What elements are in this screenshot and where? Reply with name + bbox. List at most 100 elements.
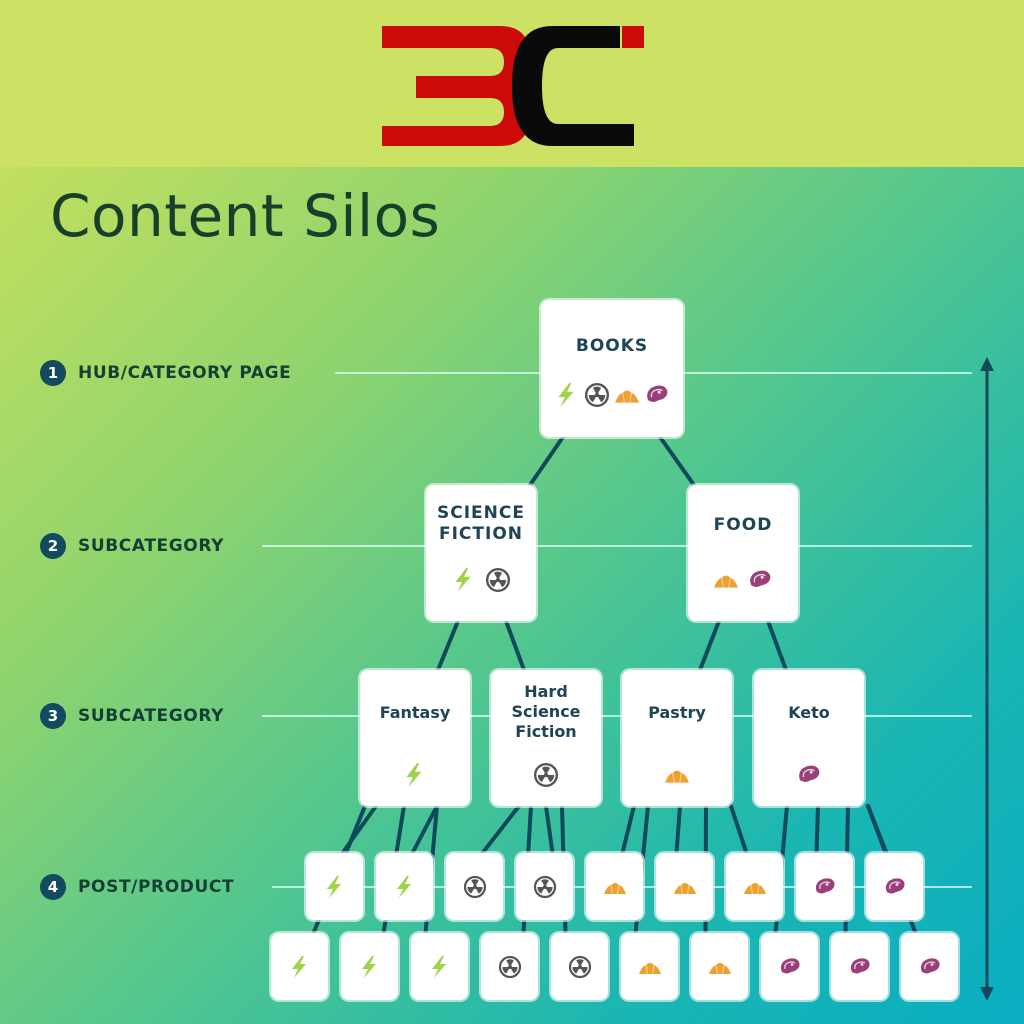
- node-label: FOOD: [713, 515, 773, 535]
- node-icons: [554, 382, 670, 408]
- node-icons: [883, 875, 907, 899]
- post-node[interactable]: [306, 853, 363, 920]
- node-icons: [463, 875, 487, 899]
- page-title: Content Silos: [50, 182, 441, 250]
- level-1-label: 1 HUB/CATEGORY PAGE: [40, 360, 291, 386]
- node-icons: [402, 762, 428, 788]
- node-icons: [358, 955, 382, 979]
- croissant-icon: [665, 770, 689, 783]
- node-science-fiction[interactable]: SCIENCE FICTION: [426, 485, 536, 621]
- level-number-badge: 1: [40, 360, 66, 386]
- radiation-icon: [584, 382, 610, 408]
- node-icons: [743, 875, 767, 899]
- level-title: POST/PRODUCT: [78, 877, 235, 897]
- node-icons: [533, 762, 559, 788]
- node-label: Pastry: [648, 703, 706, 722]
- post-node[interactable]: [551, 933, 608, 1000]
- node-label: Fantasy: [379, 703, 451, 722]
- steak-icon: [815, 877, 835, 893]
- radiation-icon: [498, 955, 521, 978]
- lightning-icon: [396, 875, 411, 898]
- node-icons: [428, 955, 452, 979]
- node-food[interactable]: FOOD: [688, 485, 798, 621]
- node-pastry[interactable]: Pastry: [622, 670, 732, 806]
- lightning-icon: [558, 383, 574, 407]
- post-node[interactable]: [831, 933, 888, 1000]
- steak-icon: [885, 877, 905, 893]
- node-icons: [498, 955, 522, 979]
- node-icons: [603, 875, 627, 899]
- logo-accent: [622, 26, 644, 48]
- node-icons: [848, 955, 872, 979]
- post-node[interactable]: [446, 853, 503, 920]
- node-icons: [451, 567, 511, 593]
- node-icons: [323, 875, 347, 899]
- lightning-icon: [326, 875, 341, 898]
- post-node[interactable]: [901, 933, 958, 1000]
- node-icons: [918, 955, 942, 979]
- lightning-icon: [361, 955, 376, 978]
- level-title: HUB/CATEGORY PAGE: [78, 363, 292, 383]
- node-label: BOOKS: [575, 336, 649, 356]
- post-node[interactable]: [761, 933, 818, 1000]
- croissant-icon: [673, 882, 696, 894]
- level-4-label: 4 POST/PRODUCT: [40, 874, 234, 900]
- node-icons: [673, 875, 697, 899]
- post-node[interactable]: [621, 933, 678, 1000]
- post-node[interactable]: [271, 933, 328, 1000]
- post-node[interactable]: [726, 853, 783, 920]
- level-3-label: 3 SUBCATEGORY: [40, 703, 224, 729]
- radiation-icon: [533, 762, 559, 788]
- node-icons: [713, 567, 773, 593]
- post-node[interactable]: [656, 853, 713, 920]
- croissant-icon: [708, 962, 731, 974]
- node-hard-science-fiction[interactable]: Hard Science Fiction: [491, 670, 601, 806]
- post-node[interactable]: [376, 853, 433, 920]
- depth-arrow: [980, 357, 994, 1001]
- radiation-icon: [463, 875, 486, 898]
- lightning-icon: [291, 955, 306, 978]
- node-label: SCIENCE FICTION: [437, 503, 525, 545]
- node-label: Keto: [788, 703, 830, 722]
- steak-icon: [750, 570, 771, 588]
- post-node[interactable]: [691, 933, 748, 1000]
- radiation-icon: [485, 567, 511, 593]
- post-node[interactable]: [411, 933, 468, 1000]
- croissant-icon: [743, 882, 766, 894]
- depth-arrow-down-head: [980, 987, 994, 1001]
- node-icons: [778, 955, 802, 979]
- post-node[interactable]: [341, 933, 398, 1000]
- depth-arrow-up-head: [980, 357, 994, 371]
- croissant-icon: [603, 882, 626, 894]
- croissant-icon: [615, 390, 639, 403]
- node-icons: [796, 762, 822, 788]
- level-number-badge: 2: [40, 533, 66, 559]
- node-books[interactable]: BOOKS: [541, 300, 683, 437]
- logo-3c: [382, 26, 644, 146]
- level-2-label: 2 SUBCATEGORY: [40, 533, 224, 559]
- logo-c: [512, 26, 634, 146]
- node-icons: [288, 955, 312, 979]
- post-node[interactable]: [481, 933, 538, 1000]
- post-node[interactable]: [796, 853, 853, 920]
- node-icons: [393, 875, 417, 899]
- steak-icon: [799, 765, 820, 783]
- lightning-icon: [406, 763, 422, 787]
- node-keto[interactable]: Keto: [754, 670, 864, 806]
- node-fantasy[interactable]: Fantasy: [360, 670, 470, 806]
- level-title: SUBCATEGORY: [78, 536, 225, 556]
- radiation-icon: [533, 875, 556, 898]
- node-icons: [638, 955, 662, 979]
- node-icons: [708, 955, 732, 979]
- lightning-icon: [431, 955, 446, 978]
- level-title: SUBCATEGORY: [78, 706, 225, 726]
- post-node[interactable]: [866, 853, 923, 920]
- level-2-guide-line: [262, 545, 972, 547]
- post-node[interactable]: [586, 853, 643, 920]
- steak-icon: [850, 957, 870, 973]
- logo-three: [382, 26, 530, 146]
- node-icons: [533, 875, 557, 899]
- post-node[interactable]: [516, 853, 573, 920]
- croissant-icon: [714, 575, 738, 588]
- radiation-icon: [568, 955, 591, 978]
